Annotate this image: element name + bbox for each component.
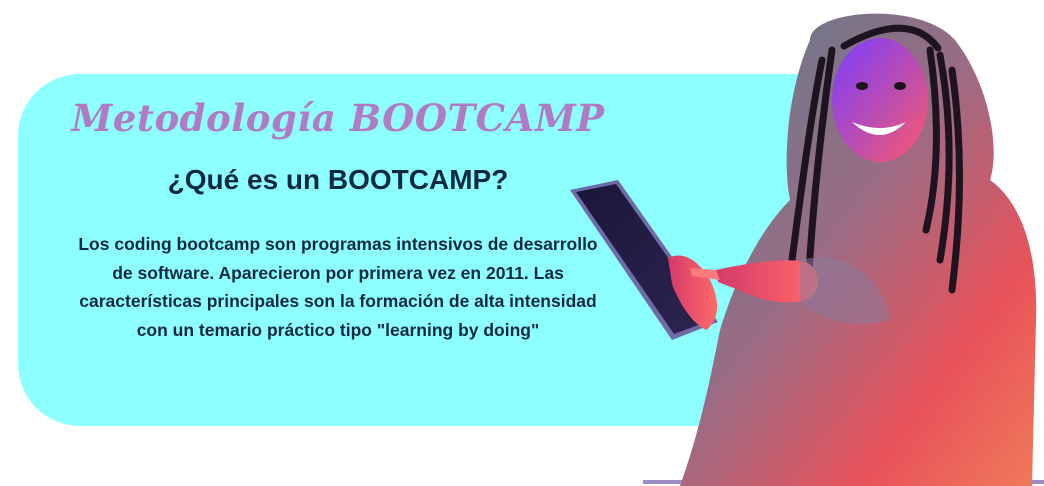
face [832,38,928,162]
bootcamp-section: Metodología BOOTCAMP ¿Qué es un BOOTCAMP… [0,0,1044,486]
section-description: Los coding bootcamp son programas intens… [78,234,598,340]
person-with-tablet-photo [570,13,1037,486]
